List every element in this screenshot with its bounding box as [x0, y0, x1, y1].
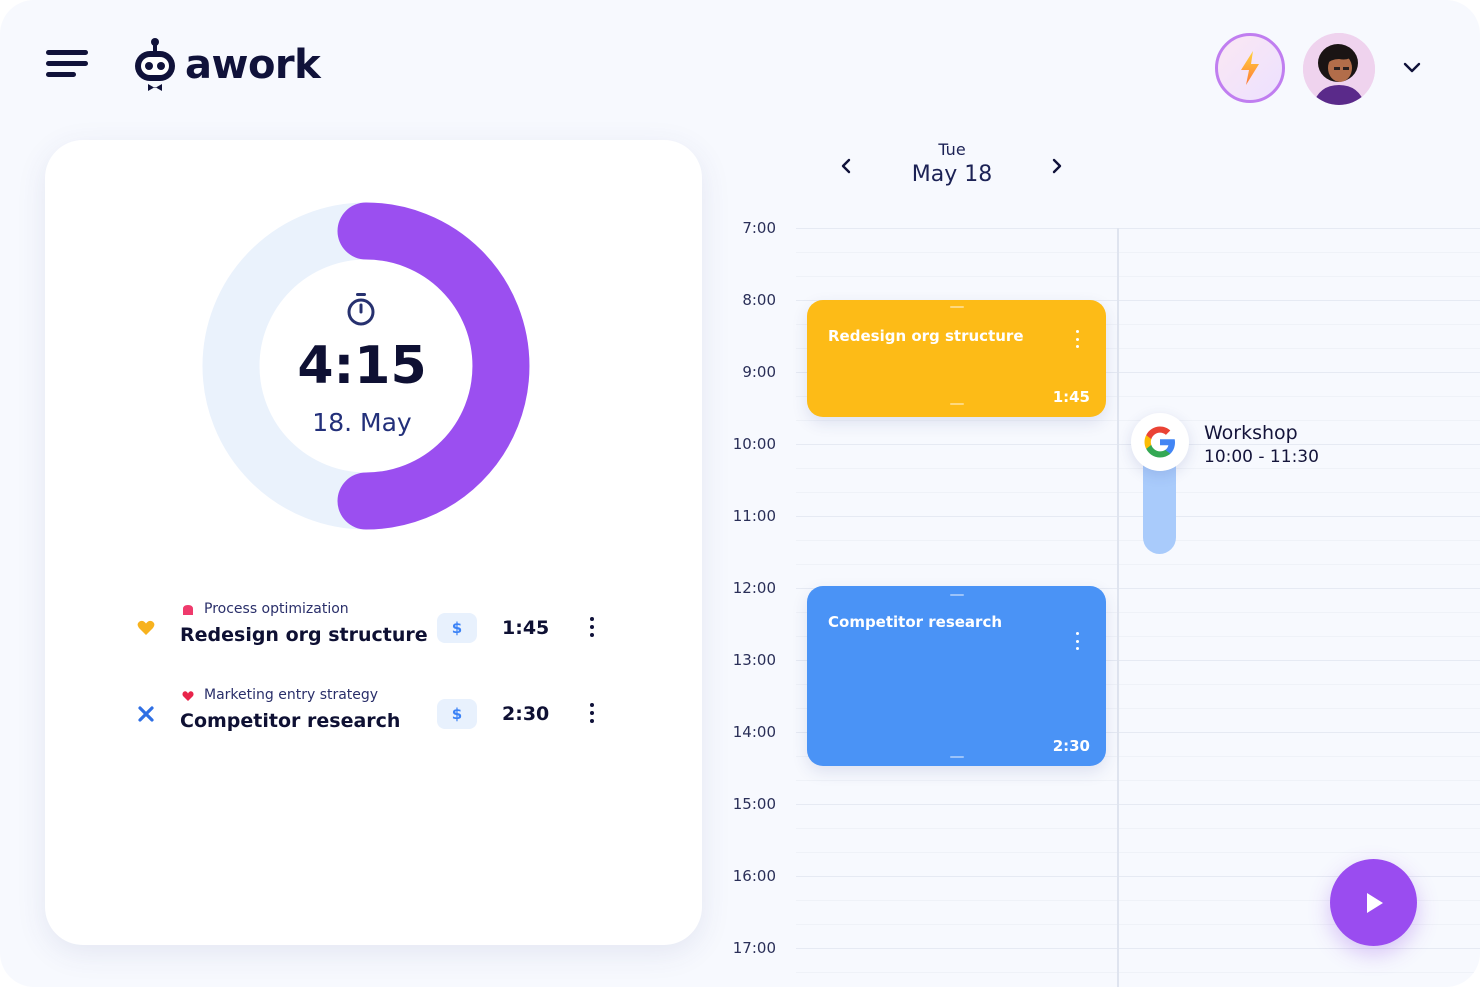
- minor-gridline: [796, 540, 1480, 541]
- more-options-icon[interactable]: [586, 614, 598, 640]
- time-entry-row[interactable]: Process optimization Redesign org struct…: [130, 600, 620, 658]
- hour-label: 16:00: [732, 867, 776, 885]
- entry-duration: 1:45: [502, 617, 550, 639]
- hour-label: 17:00: [732, 939, 776, 957]
- minor-gridline: [796, 468, 1480, 469]
- project-icon: [183, 605, 193, 615]
- hour-label: 9:00: [742, 363, 776, 381]
- robot-logo-icon: [135, 38, 175, 91]
- cross-icon: [138, 706, 154, 722]
- entry-task: Redesign org structure: [180, 624, 428, 646]
- minor-gridline: [796, 420, 1480, 421]
- hamburger-menu-icon[interactable]: [46, 50, 88, 82]
- calendar-weekday: Tue: [938, 140, 966, 159]
- previous-day-button[interactable]: [827, 146, 867, 186]
- chevron-right-icon: [1052, 158, 1062, 174]
- minor-gridline: [796, 564, 1480, 565]
- external-event-time: 10:00 - 11:30: [1204, 447, 1319, 467]
- google-icon: [1144, 426, 1175, 458]
- hour-gridline: [796, 516, 1480, 517]
- calendar-event-redesign[interactable]: Redesign org structure 1:45: [807, 300, 1106, 417]
- more-options-icon[interactable]: [1076, 632, 1080, 650]
- minor-gridline: [796, 780, 1480, 781]
- calendar-date: May 18: [911, 162, 993, 187]
- heart-project-icon: [182, 691, 194, 701]
- entry-project: Marketing entry strategy: [204, 687, 379, 703]
- time-entry-row[interactable]: Marketing entry strategy Competitor rese…: [130, 686, 620, 744]
- minor-gridline: [796, 972, 1480, 973]
- hour-gridline: [796, 804, 1480, 805]
- event-title: Redesign org structure: [828, 327, 1024, 345]
- stopwatch-icon: [347, 293, 375, 326]
- chevron-down-icon[interactable]: [1400, 56, 1424, 80]
- user-avatar[interactable]: [1303, 33, 1375, 105]
- summary-date: 18. May: [312, 408, 412, 437]
- next-day-button[interactable]: [1036, 146, 1076, 186]
- more-options-icon[interactable]: [1076, 330, 1080, 348]
- day-divider: [1117, 228, 1119, 987]
- hour-label: 10:00: [732, 435, 776, 453]
- hour-label: 12:00: [732, 579, 776, 597]
- hour-label: 15:00: [732, 795, 776, 813]
- minor-gridline: [796, 252, 1480, 253]
- billable-badge[interactable]: $: [437, 699, 477, 729]
- avatar-illustration: [1303, 33, 1375, 105]
- billable-badge[interactable]: $: [437, 613, 477, 643]
- hour-gridline: [796, 228, 1480, 229]
- minor-gridline: [796, 828, 1480, 829]
- more-options-icon[interactable]: [586, 700, 598, 726]
- hour-label: 8:00: [742, 291, 776, 309]
- entry-task: Competitor research: [180, 710, 401, 732]
- logo: awork: [133, 38, 321, 92]
- total-time: 4:15: [297, 336, 427, 396]
- chevron-left-icon: [841, 158, 851, 174]
- lightning-button[interactable]: [1215, 33, 1285, 103]
- heart-icon: [137, 620, 155, 635]
- minor-gridline: [796, 276, 1480, 277]
- app-window: awork 4:15 18. May Process optimization …: [0, 0, 1480, 987]
- minor-gridline: [796, 492, 1480, 493]
- hour-gridline: [796, 948, 1480, 949]
- event-duration: 2:30: [1052, 737, 1090, 755]
- hour-label: 11:00: [732, 507, 776, 525]
- external-event-title: Workshop: [1204, 422, 1298, 444]
- hour-label: 14:00: [732, 723, 776, 741]
- logo-text: awork: [185, 42, 321, 88]
- lightning-bolt-icon: [1241, 51, 1259, 85]
- hour-label: 7:00: [742, 219, 776, 237]
- entry-project: Process optimization: [204, 601, 349, 617]
- event-duration: 1:45: [1052, 388, 1090, 406]
- google-event-badge[interactable]: [1131, 413, 1189, 471]
- minor-gridline: [796, 852, 1480, 853]
- start-timer-button[interactable]: [1330, 859, 1417, 946]
- event-title: Competitor research: [828, 613, 1003, 631]
- play-icon: [1366, 892, 1383, 913]
- calendar-event-competitor[interactable]: Competitor research 2:30: [807, 586, 1106, 766]
- hour-label: 13:00: [732, 651, 776, 669]
- entry-duration: 2:30: [502, 703, 550, 725]
